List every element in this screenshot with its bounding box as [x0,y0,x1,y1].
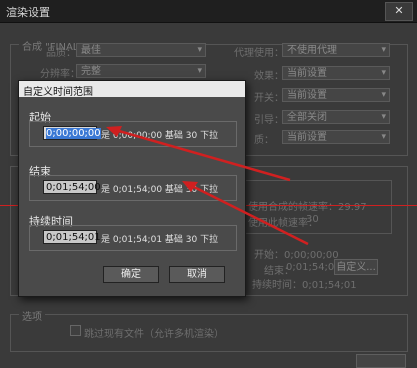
annotation-arrows [106,126,309,246]
annotation-arrow-end [182,181,309,246]
annotation-arrow-start [106,126,291,182]
